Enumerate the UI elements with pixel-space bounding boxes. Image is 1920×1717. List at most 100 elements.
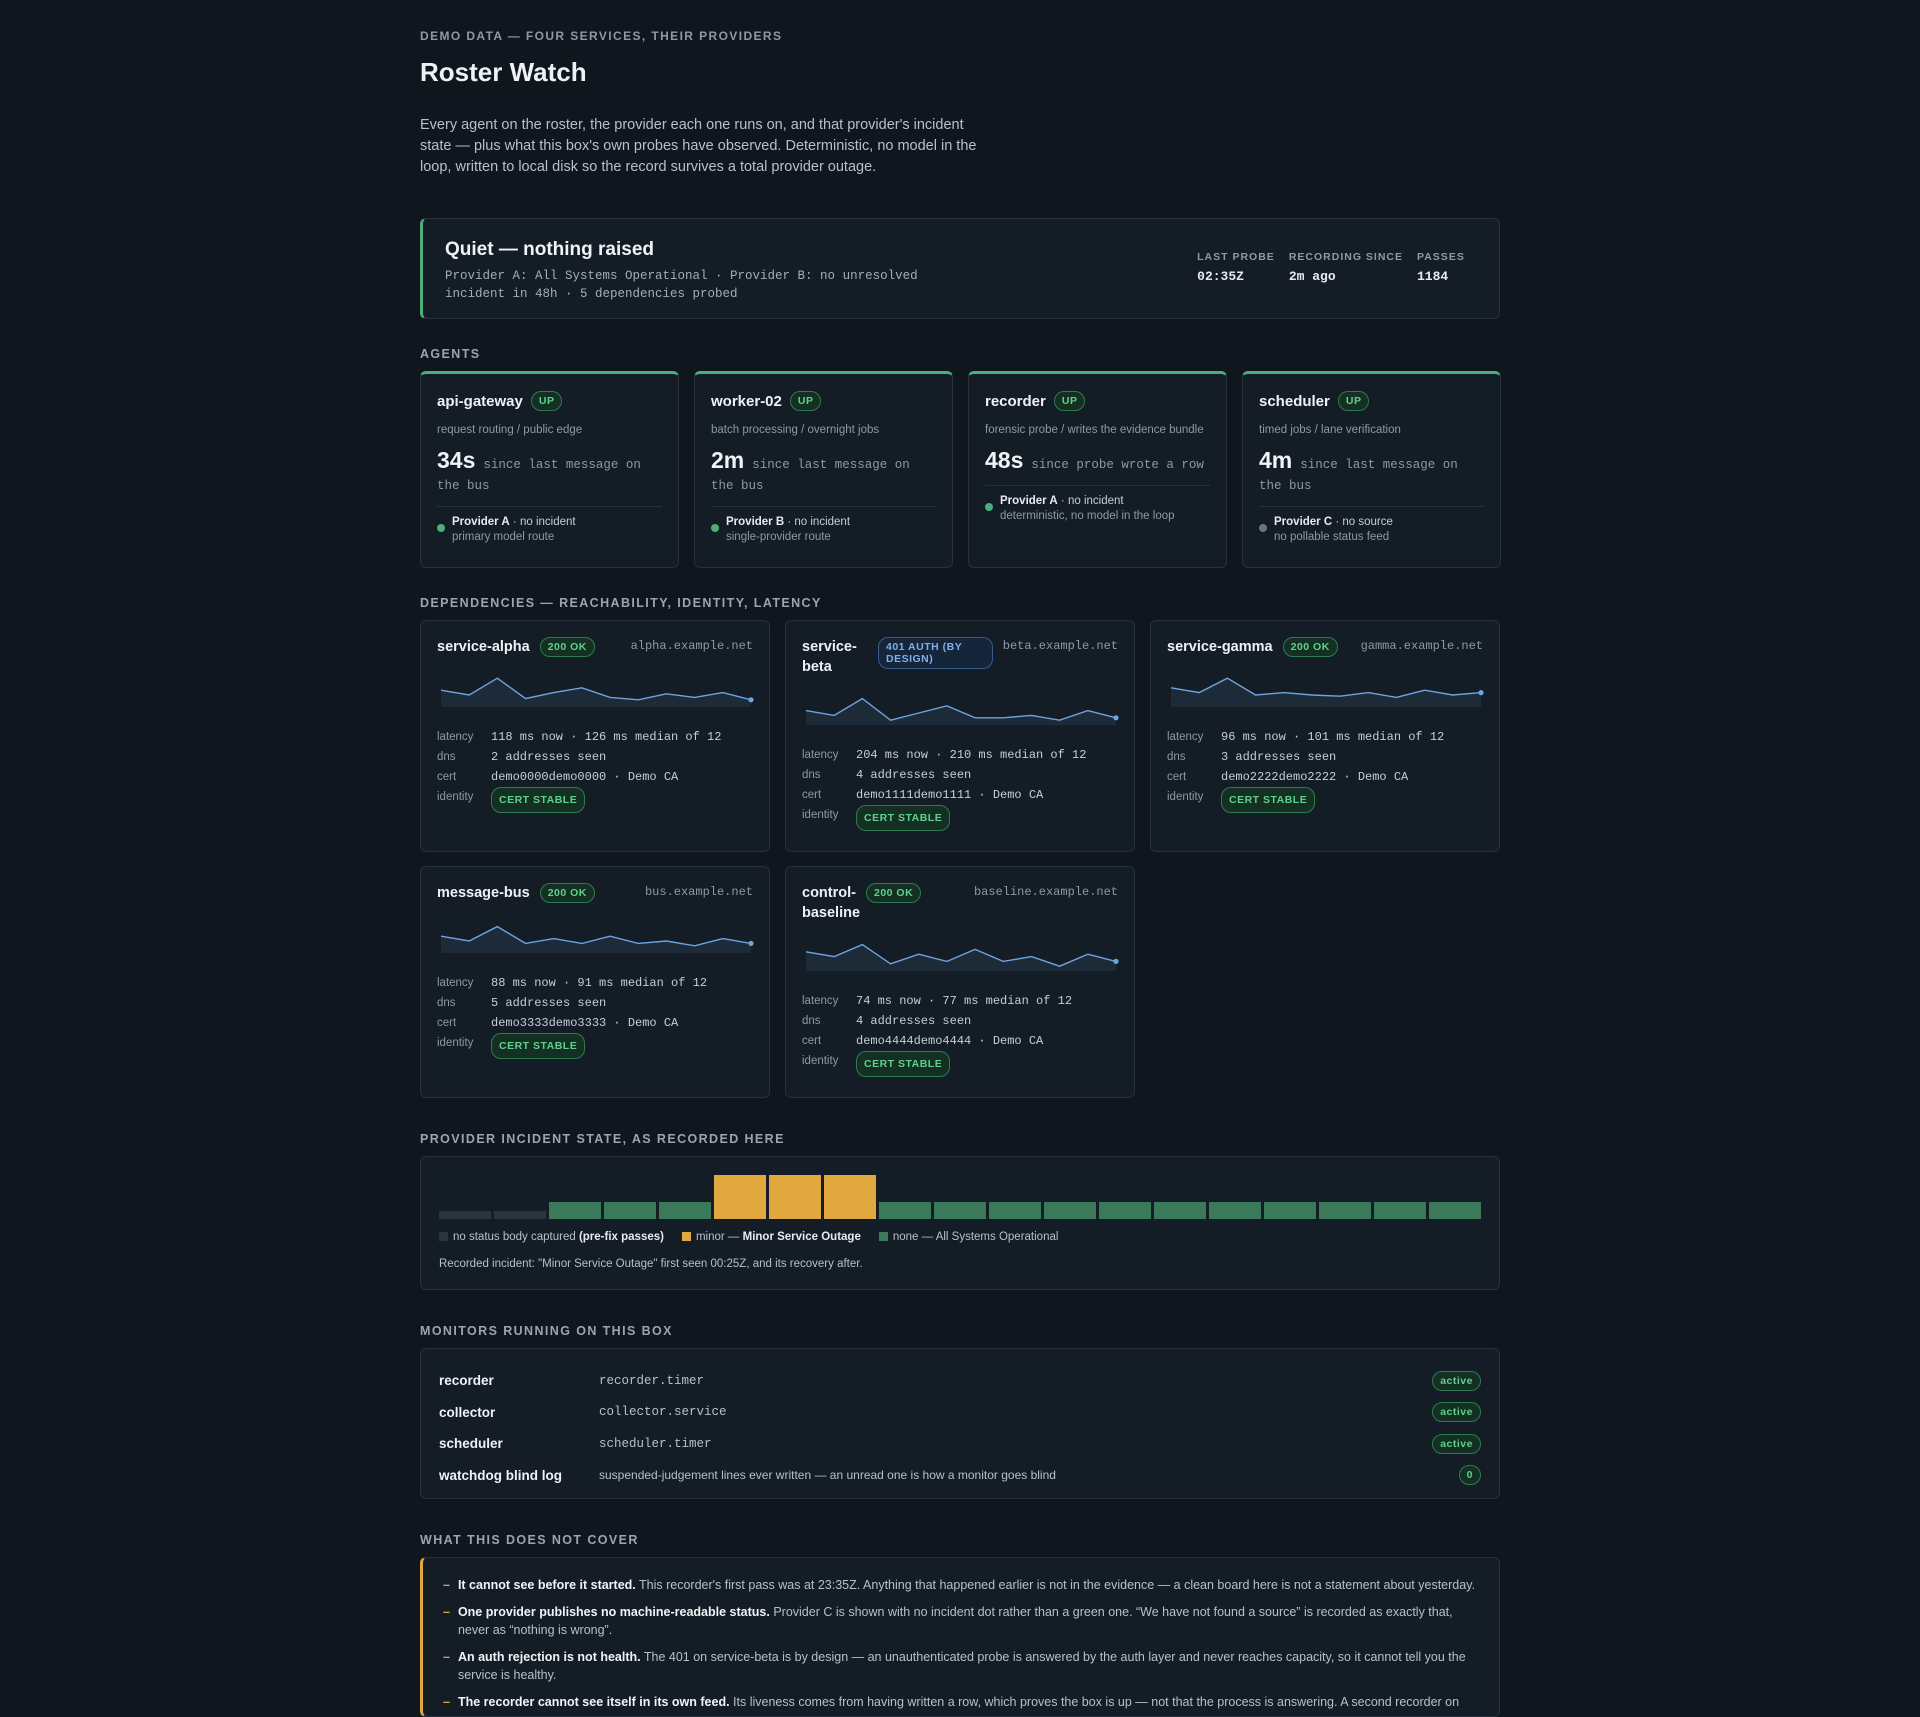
status-badge: UP	[530, 391, 563, 411]
agent-header: recorder UP	[985, 391, 1210, 411]
status-badge: UP	[1337, 391, 1370, 411]
caveat-bullet: –	[443, 1605, 450, 1619]
intro-text: Every agent on the roster, the provider …	[420, 117, 977, 175]
agent-header: scheduler UP	[1259, 391, 1484, 411]
monitor-unit: suspended-judgement lines ever written —…	[599, 1468, 1056, 1483]
agents-grid: api-gateway UP request routing / public ed…	[420, 371, 1501, 568]
agent-age: 4m	[1259, 447, 1293, 473]
dependency-card: message-bus 200 OK bus.example.net latency 8…	[420, 866, 770, 1098]
monitors-panel: recorder recorder.timer active collector col…	[420, 1348, 1500, 1499]
caveat-text: This recorder's first pass was at 23:35Z…	[635, 1578, 1475, 1592]
agent-role: request routing / public edge	[437, 424, 583, 436]
incident-bar-none	[1264, 1202, 1316, 1219]
caveat-bullet: –	[443, 1650, 450, 1664]
agent-card: scheduler UP timed jobs / lane verificatio…	[1242, 371, 1501, 568]
agent-age: 34s	[437, 447, 476, 473]
dependency-header: service-gamma 200 OK gamma.example.net	[1167, 637, 1483, 659]
legend-item: none — All Systems Operational	[878, 1231, 1058, 1243]
provider-note: deterministic, no model in the loop	[1000, 510, 1175, 522]
cert-value: demo3333demo3333 · Demo CA	[491, 1016, 679, 1030]
dependency-card: service-beta 401 AUTH (BY DESIGN) beta.exa…	[785, 620, 1135, 852]
http-status-badge: 200 OK	[539, 883, 595, 903]
provider-note: single-provider route	[726, 531, 831, 543]
incident-dot	[1259, 524, 1267, 532]
agent-card: api-gateway UP request routing / public ed…	[420, 371, 679, 568]
dependency-name: control-baseline	[802, 885, 861, 921]
dependency-header: service-alpha 200 OK alpha.example.net	[437, 637, 753, 659]
sparkline-last-point	[748, 940, 754, 946]
legend-text: minor —	[695, 1231, 743, 1243]
identity-badge: CERT STABLE	[856, 805, 951, 831]
stat-value: 02:35Z	[1197, 269, 1244, 284]
legend-bold: Minor Service Outage	[742, 1231, 861, 1243]
agent-name: recorder	[985, 392, 1046, 410]
dependency-host: alpha.example.net	[630, 639, 753, 653]
page: DEMO DATA — FOUR SERVICES, THEIR PROVIDE…	[420, 0, 1501, 1717]
dependency-name: service-alpha	[437, 639, 530, 655]
status-badge: UP	[789, 391, 822, 411]
monitor-status-badge: active	[1432, 1433, 1481, 1454]
caveat-item: – It cannot see before it started. This r…	[443, 1576, 1479, 1594]
caveat-text: Its liveness comes from having written a…	[729, 1695, 1460, 1709]
caveat-title: It cannot see before it started.	[457, 1578, 636, 1592]
dependency-card: service-alpha 200 OK alpha.example.net late…	[420, 620, 770, 852]
monitor-name: watchdog blind log	[439, 1467, 562, 1483]
incident-note: Recorded incident: "Minor Service Outage…	[439, 1258, 863, 1270]
incident-bar-none_captured	[439, 1211, 491, 1219]
dependency-host: baseline.example.net	[973, 885, 1118, 899]
agent-role: forensic probe / writes the evidence bun…	[985, 424, 1204, 436]
stat-label: LAST PROBE	[1197, 251, 1275, 263]
agent-role: batch processing / overnight jobs	[711, 424, 880, 436]
incident-dot	[437, 524, 445, 532]
dns-value: 4 addresses seen	[856, 1014, 972, 1028]
incident-bar-none_captured	[494, 1211, 546, 1219]
caveat-bullet: –	[443, 1578, 450, 1592]
stat-label: RECORDING SINCE	[1288, 251, 1403, 263]
incident-legend: no status body captured (pre-fix passes)…	[439, 1231, 1481, 1243]
dependency-details: latency 96 ms now · 101 ms median of 12 dn…	[1167, 727, 1483, 813]
monitor-row: collector collector.service active	[439, 1397, 1481, 1429]
incident-bar-none	[1429, 1202, 1481, 1219]
incident-bar-none	[604, 1202, 656, 1219]
provider-name: Provider A	[452, 516, 510, 528]
identity-badge: CERT STABLE	[1221, 787, 1316, 813]
agent-age: 2m	[711, 447, 745, 473]
provider-name: Provider B	[726, 516, 785, 528]
monitor-row: recorder recorder.timer active	[439, 1365, 1481, 1397]
stat-label: PASSES	[1417, 251, 1465, 263]
status-badge: UP	[1053, 391, 1086, 411]
section-cover-title: WHAT THIS DOES NOT COVER	[420, 1533, 639, 1547]
agent-card: recorder UP forensic probe / writes the ev…	[968, 371, 1227, 568]
dependency-header: service-beta 401 AUTH (BY DESIGN) beta.exa…	[802, 637, 1118, 677]
latency-value: 88 ms now · 91 ms median of 12	[491, 976, 708, 990]
eyebrow: DEMO DATA — FOUR SERVICES, THEIR PROVIDE…	[420, 29, 783, 43]
monitor-name: recorder	[439, 1373, 494, 1389]
latency-sparkline	[805, 943, 1119, 971]
monitor-row: scheduler scheduler.timer active	[439, 1428, 1481, 1460]
legend-item: no status body captured (pre-fix passes)	[439, 1231, 664, 1243]
incident-bar-none	[549, 1202, 601, 1219]
incident-bar-none	[1209, 1202, 1261, 1219]
provider-note: primary model route	[452, 531, 555, 543]
http-status-badge: 200 OK	[539, 637, 595, 657]
dependency-host: gamma.example.net	[1360, 639, 1483, 653]
cert-value: demo2222demo2222 · Demo CA	[1221, 770, 1409, 784]
provider-state: · no incident	[509, 516, 576, 528]
deps-grid: service-alpha 200 OK alpha.example.net late…	[420, 620, 1500, 1098]
monitor-row: watchdog blind log suspended-judgement li…	[439, 1460, 1481, 1492]
agent-role: timed jobs / lane verification	[1259, 424, 1401, 436]
legend-swatch	[681, 1232, 691, 1241]
agent-freshness: 4m since last message on the bus	[1259, 447, 1484, 496]
sparkline-last-point	[1478, 690, 1484, 696]
incident-panel: no status body captured (pre-fix passes)…	[420, 1156, 1500, 1290]
section-agents-title: AGENTS	[420, 347, 481, 361]
legend-bold: (pre-fix passes)	[578, 1231, 664, 1243]
agent-provider: Provider B · no incident single-provider …	[711, 506, 936, 543]
monitor-status-badge: active	[1432, 1370, 1481, 1391]
dependency-details: latency 204 ms now · 210 ms median of 12 d…	[802, 745, 1118, 831]
incident-dot	[985, 503, 993, 511]
banner-stats: LAST PROBE 02:35Z RECORDING SINCE 2m ago…	[1197, 251, 1477, 284]
dependency-header: control-baseline 200 OK baseline.example.n…	[802, 883, 1118, 923]
cert-value: demo1111demo1111 · Demo CA	[856, 788, 1044, 802]
incident-bar-none	[934, 1202, 986, 1219]
